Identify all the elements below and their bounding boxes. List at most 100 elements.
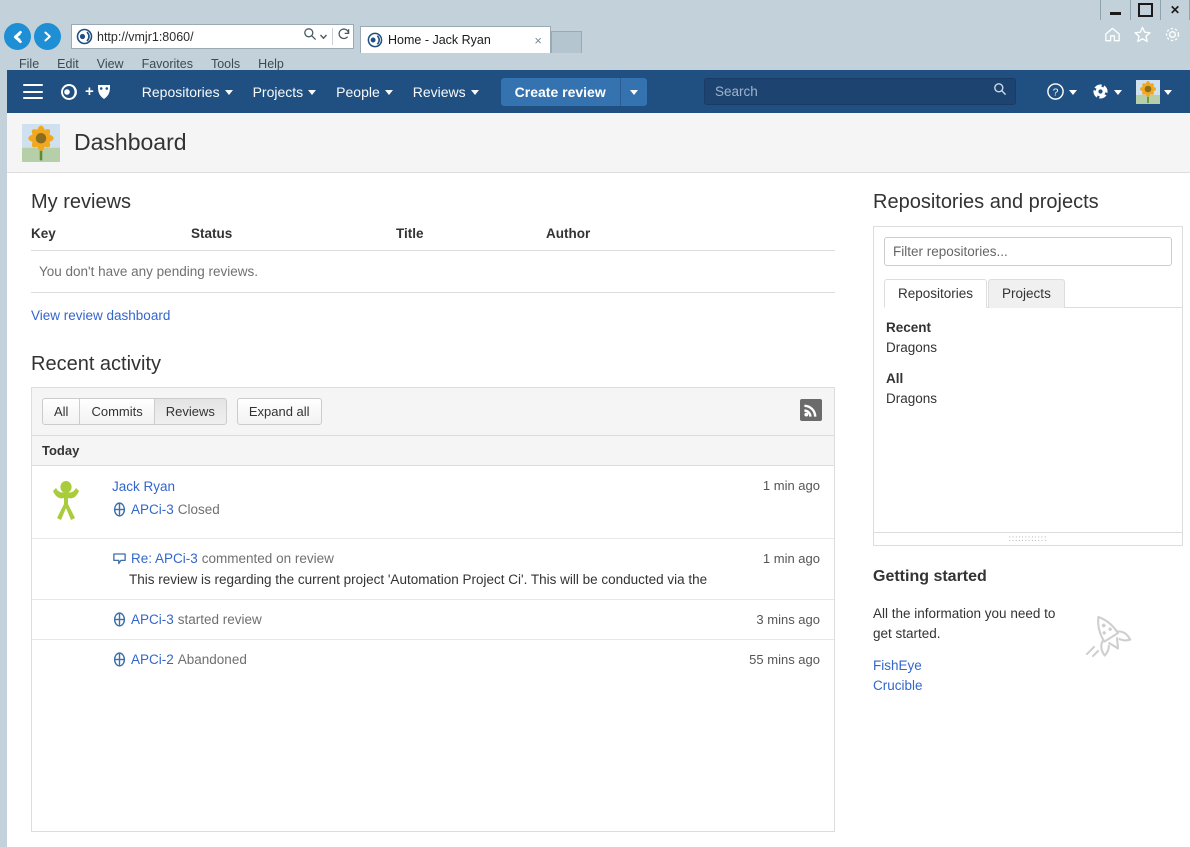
activity-user-link[interactable]: Jack Ryan bbox=[112, 479, 175, 494]
menu-view[interactable]: View bbox=[88, 57, 133, 71]
activity-description: This review is regarding the current pro… bbox=[129, 572, 708, 587]
fisheye-link[interactable]: FishEye bbox=[873, 658, 1183, 673]
search-icon[interactable] bbox=[303, 27, 317, 46]
menu-edit[interactable]: Edit bbox=[48, 57, 88, 71]
repository-item[interactable]: Dragons bbox=[886, 391, 1182, 406]
activity-item-body: APCi-2 Abandoned bbox=[44, 652, 822, 667]
address-bar[interactable]: http://vmjr1:8060/ bbox=[71, 24, 354, 49]
getting-started-panel: Getting started All the information you … bbox=[873, 568, 1183, 693]
help-menu-button[interactable]: ? bbox=[1042, 77, 1081, 106]
activity-key-link[interactable]: Re: APCi-3 bbox=[131, 551, 198, 566]
tab-favicon bbox=[367, 32, 383, 48]
settings-menu-button[interactable] bbox=[1087, 77, 1126, 106]
nav-label: People bbox=[336, 83, 380, 100]
window-minimize-button[interactable] bbox=[1100, 0, 1130, 20]
browser-navigation-bar: http://vmjr1:8060/ Home - Jack Ryan × bbox=[0, 20, 1190, 53]
column-status: Status bbox=[191, 226, 396, 251]
hamburger-icon[interactable] bbox=[23, 84, 43, 99]
activity-item: Jack Ryan APCi-3 Closed 1 min ago bbox=[32, 466, 834, 539]
nav-item-people[interactable]: People bbox=[326, 73, 403, 111]
menu-help[interactable]: Help bbox=[249, 57, 293, 71]
gear-icon[interactable] bbox=[1163, 25, 1182, 49]
create-review-button[interactable]: Create review bbox=[500, 77, 621, 106]
fisheye-crucible-logo[interactable]: + bbox=[61, 82, 112, 102]
plus-glyph: + bbox=[85, 83, 94, 100]
activity-key-link[interactable]: APCi-3 bbox=[131, 612, 174, 627]
activity-item-body: Re: APCi-3 commented on review This revi… bbox=[44, 551, 822, 587]
dashboard-content: My reviews Key Status Title Author You d… bbox=[7, 173, 1190, 832]
chevron-down-icon bbox=[629, 89, 638, 95]
activity-item: APCi-3 started review 3 mins ago bbox=[32, 600, 834, 640]
activity-action-line: APCi-3 Closed bbox=[112, 502, 822, 517]
back-arrow-icon[interactable] bbox=[4, 23, 31, 50]
nav-item-reviews[interactable]: Reviews bbox=[403, 73, 489, 111]
chevron-down-icon bbox=[470, 89, 479, 95]
repository-filter-wrap bbox=[874, 227, 1182, 266]
filter-all-button[interactable]: All bbox=[42, 398, 81, 425]
create-review-dropdown-button[interactable] bbox=[620, 77, 647, 106]
search-icon[interactable] bbox=[993, 82, 1007, 101]
recent-activity-heading: Recent activity bbox=[31, 353, 162, 375]
tab-projects[interactable]: Projects bbox=[988, 279, 1065, 308]
chevron-down-icon bbox=[224, 89, 233, 95]
window-close-button[interactable]: ✕ bbox=[1160, 0, 1190, 20]
column-title: Title bbox=[396, 226, 546, 251]
search-input[interactable] bbox=[713, 83, 993, 100]
repository-group-title: All bbox=[886, 371, 904, 386]
chevron-down-icon[interactable] bbox=[319, 28, 328, 46]
window-titlebar: ✕ bbox=[0, 0, 1190, 20]
table-row-empty: You don't have any pending reviews. bbox=[31, 250, 835, 293]
table-header-row: Key Status Title Author bbox=[31, 226, 835, 251]
activity-timestamp: 3 mins ago bbox=[756, 612, 820, 627]
green-person-avatar bbox=[44, 478, 88, 526]
tab-close-icon[interactable]: × bbox=[530, 33, 546, 48]
menu-file[interactable]: File bbox=[10, 57, 48, 71]
search-box[interactable] bbox=[704, 78, 1016, 105]
chevron-down-icon bbox=[1164, 89, 1172, 95]
refresh-icon[interactable] bbox=[337, 27, 351, 46]
rss-feed-icon[interactable] bbox=[800, 399, 822, 421]
resize-grip-icon[interactable]: :::::::::::: bbox=[874, 532, 1182, 545]
repository-item[interactable]: Dragons bbox=[886, 340, 1182, 355]
activity-item-body: Jack Ryan APCi-3 Closed bbox=[88, 478, 822, 526]
page-header: Dashboard bbox=[7, 113, 1190, 173]
crucible-link[interactable]: Crucible bbox=[873, 678, 1183, 693]
tab-repositories[interactable]: Repositories bbox=[884, 279, 988, 308]
menu-tools[interactable]: Tools bbox=[202, 57, 249, 71]
forward-arrow-icon[interactable] bbox=[34, 23, 61, 50]
window-maximize-button[interactable] bbox=[1130, 0, 1160, 20]
home-icon[interactable] bbox=[1103, 25, 1122, 49]
app-navigation-bar: + Repositories Projects People Reviews C… bbox=[7, 70, 1190, 113]
nav-item-repositories[interactable]: Repositories bbox=[132, 73, 243, 111]
repositories-panel: Repositories Projects Recent Dragons All… bbox=[873, 226, 1183, 546]
svg-text:?: ? bbox=[1053, 88, 1059, 99]
star-icon[interactable] bbox=[1133, 25, 1152, 49]
user-avatar-menu-button[interactable] bbox=[1132, 75, 1176, 109]
new-tab-button[interactable] bbox=[551, 31, 582, 53]
divider bbox=[332, 28, 333, 45]
chevron-down-icon bbox=[384, 89, 393, 95]
expand-all-button[interactable]: Expand all bbox=[236, 398, 322, 425]
activity-action-text: commented on review bbox=[201, 551, 334, 566]
menu-favorites[interactable]: Favorites bbox=[133, 57, 202, 71]
activity-key-link[interactable]: APCi-3 bbox=[131, 502, 174, 517]
activity-key-link[interactable]: APCi-2 bbox=[131, 652, 174, 667]
activity-timestamp: 55 mins ago bbox=[749, 652, 820, 667]
address-bar-url: http://vmjr1:8060/ bbox=[97, 29, 194, 44]
empty-message: You don't have any pending reviews. bbox=[31, 250, 835, 293]
page-title: Dashboard bbox=[74, 129, 187, 155]
browser-tab[interactable]: Home - Jack Ryan × bbox=[360, 26, 551, 53]
filter-reviews-button[interactable]: Reviews bbox=[153, 398, 227, 425]
filter-commits-button[interactable]: Commits bbox=[79, 398, 155, 425]
filter-repositories-input[interactable] bbox=[884, 237, 1172, 266]
nav-item-projects[interactable]: Projects bbox=[243, 73, 327, 111]
gear-icon bbox=[1091, 82, 1110, 101]
activity-action-text: Abandoned bbox=[177, 652, 247, 667]
activity-item: APCi-2 Abandoned 55 mins ago bbox=[32, 640, 834, 679]
repository-tabs: Repositories Projects bbox=[884, 278, 1182, 308]
activity-action-line: APCi-3 started review bbox=[112, 612, 822, 627]
nav-label: Reviews bbox=[412, 83, 466, 100]
comment-icon bbox=[112, 551, 127, 566]
fisheye-logo-icon bbox=[61, 83, 77, 100]
view-review-dashboard-link[interactable]: View review dashboard bbox=[31, 308, 170, 323]
